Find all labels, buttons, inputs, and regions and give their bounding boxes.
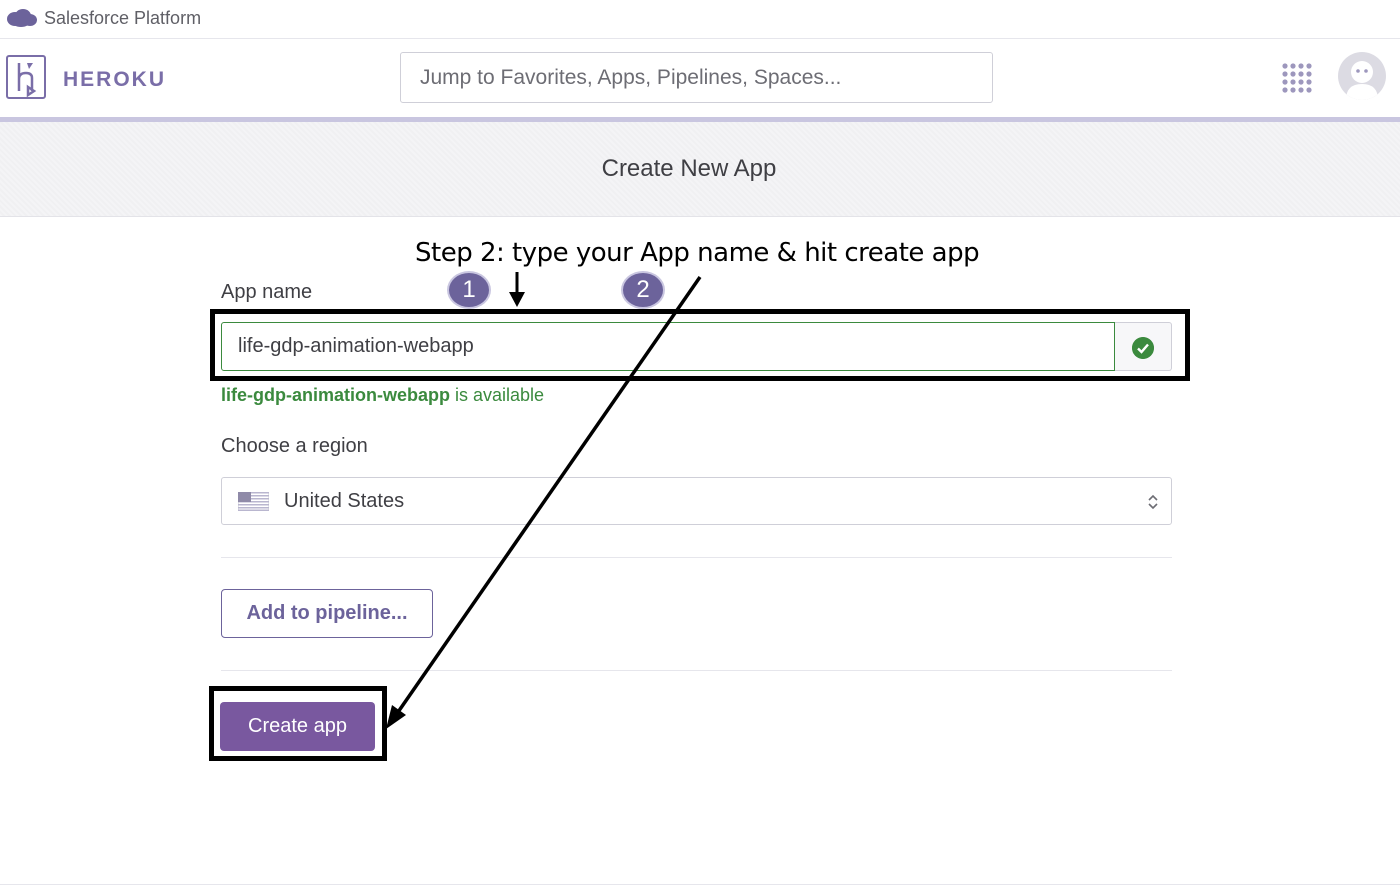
- annotation-highlight-create-button: [209, 686, 387, 761]
- search-input[interactable]: Jump to Favorites, Apps, Pipelines, Spac…: [400, 52, 993, 103]
- heroku-header: HEROKU Jump to Favorites, Apps, Pipeline…: [0, 39, 1400, 122]
- updown-icon: [1148, 494, 1158, 510]
- availability-app-name: life-gdp-animation-webapp: [221, 385, 450, 405]
- page-header: Create New App: [0, 122, 1400, 217]
- region-label: Choose a region: [221, 435, 368, 457]
- availability-suffix: is available: [450, 385, 545, 405]
- divider: [221, 670, 1172, 671]
- region-select[interactable]: United States: [221, 477, 1172, 525]
- annotation-text: Step 2: type your App name & hit create …: [415, 238, 980, 268]
- annotation-badge-2: 2: [621, 271, 665, 309]
- availability-message: life-gdp-animation-webapp is available: [221, 385, 544, 406]
- heroku-logo-icon[interactable]: [6, 55, 46, 99]
- salesforce-cloud-icon: [7, 9, 37, 27]
- page-title: Create New App: [601, 155, 777, 182]
- annotation-badge-1: 1: [447, 271, 491, 309]
- annotation-highlight-app-name: [210, 309, 1190, 381]
- heroku-wordmark[interactable]: HEROKU: [63, 68, 166, 92]
- app-name-label: App name: [221, 281, 313, 303]
- footer-divider: [0, 884, 1400, 885]
- search-placeholder: Jump to Favorites, Apps, Pipelines, Spac…: [420, 66, 842, 89]
- avatar-icon[interactable]: [1338, 52, 1386, 100]
- divider: [221, 557, 1172, 558]
- add-to-pipeline-button[interactable]: Add to pipeline...: [221, 589, 433, 638]
- arrow-down-1: [509, 272, 525, 307]
- salesforce-title: Salesforce Platform: [44, 8, 202, 28]
- us-flag-icon: [238, 492, 269, 511]
- salesforce-bar: Salesforce Platform: [0, 0, 1400, 39]
- region-value: United States: [284, 490, 405, 512]
- apps-grid-icon[interactable]: [1280, 61, 1314, 95]
